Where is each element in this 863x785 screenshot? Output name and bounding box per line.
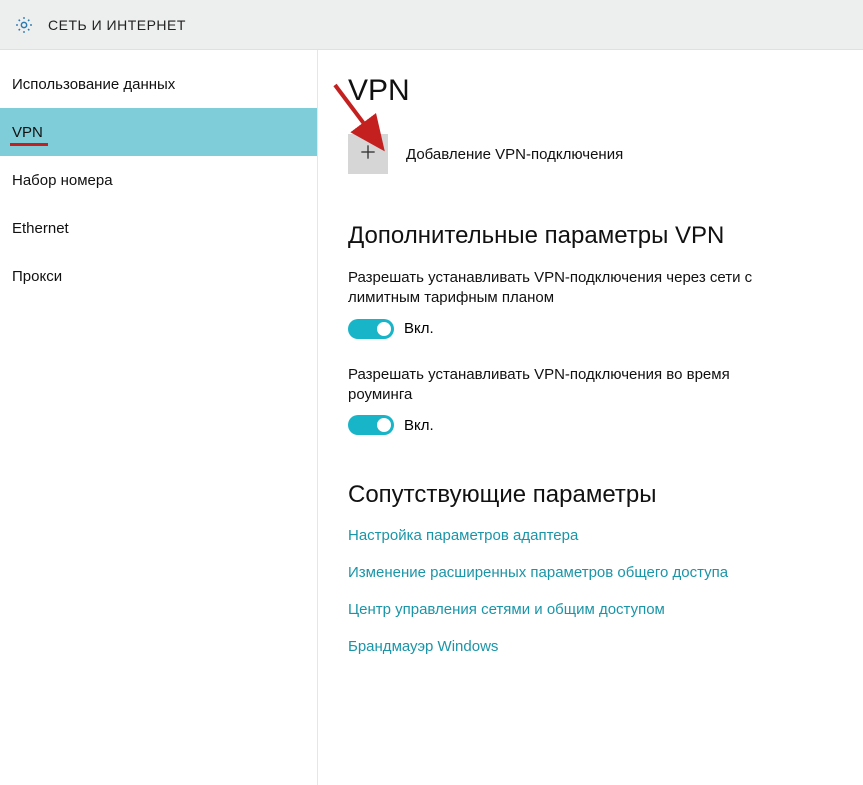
sidebar-item-data-usage[interactable]: Использование данных [0,60,317,108]
sidebar-item-dialup[interactable]: Набор номера [0,156,317,204]
setting-roaming: Разрешать устанавливать VPN-подключения … [348,365,843,436]
gear-icon [14,15,34,35]
setting-metered: Разрешать устанавливать VPN-подключения … [348,268,843,339]
advanced-section-title: Дополнительные параметры VPN [348,222,843,250]
sidebar-item-ethernet[interactable]: Ethernet [0,204,317,252]
link-adapter-settings[interactable]: Настройка параметров адаптера [348,527,843,544]
sidebar-item-vpn[interactable]: VPN [0,108,317,156]
sidebar-item-proxy[interactable]: Прокси [0,252,317,300]
toggle-roaming[interactable] [348,415,394,435]
link-firewall[interactable]: Брандмауэр Windows [348,638,843,655]
plus-icon [358,142,378,167]
setting-desc: Разрешать устанавливать VPN-подключения … [348,365,778,406]
toggle-metered[interactable] [348,319,394,339]
related-section-title: Сопутствующие параметры [348,481,843,509]
add-vpn-label: Добавление VPN-подключения [406,146,623,163]
toggle-label: Вкл. [404,320,434,337]
add-vpn-row[interactable]: Добавление VPN-подключения [348,134,843,174]
sidebar-item-label: VPN [12,124,43,141]
header-title: СЕТЬ И ИНТЕРНЕТ [48,17,186,33]
setting-desc: Разрешать устанавливать VPN-подключения … [348,268,778,309]
sidebar-item-label: Ethernet [12,220,69,237]
sidebar-item-label: Набор номера [12,172,113,189]
sidebar: Использование данных VPN Набор номера Et… [0,50,318,785]
page-title: VPN [348,74,843,108]
selection-underline [10,143,48,146]
link-advanced-sharing[interactable]: Изменение расширенных параметров общего … [348,564,843,581]
content-pane: VPN Добавление VPN-подключения Дополните… [318,50,863,785]
sidebar-item-label: Прокси [12,268,62,285]
toggle-label: Вкл. [404,417,434,434]
add-vpn-button[interactable] [348,134,388,174]
header-bar: СЕТЬ И ИНТЕРНЕТ [0,0,863,50]
link-network-center[interactable]: Центр управления сетями и общим доступом [348,601,843,618]
sidebar-item-label: Использование данных [12,76,175,93]
